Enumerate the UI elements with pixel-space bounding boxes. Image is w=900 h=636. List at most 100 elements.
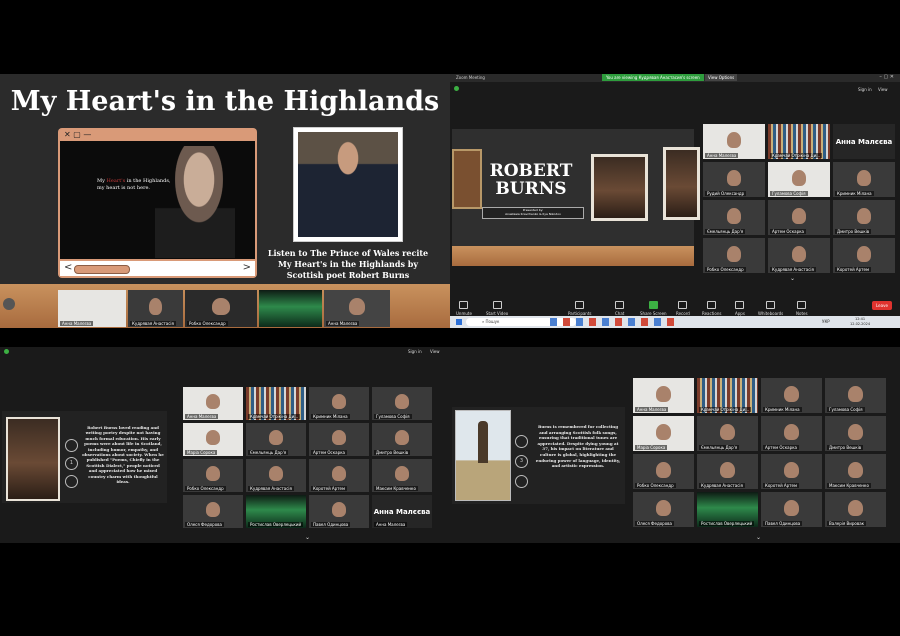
participant-tile[interactable]: Олеся Федорова <box>633 492 694 527</box>
participant-tile[interactable]: Ємельянць Дар'я <box>246 423 306 456</box>
participant-tile[interactable]: Крамчай Отрікіна Ди… <box>697 378 758 413</box>
participant-gallery: Анна Малєєва Крамчай Отрікіна Ди… Кримник … <box>0 347 450 543</box>
video-tile[interactable]: Анна Малєєва <box>324 290 390 327</box>
apps-button[interactable]: Apps <box>735 301 745 316</box>
participant-tile[interactable]: Максим Кравченко <box>372 459 432 492</box>
participant-name: Гуламова Софія <box>374 414 412 419</box>
filmstrip-toggle-icon[interactable] <box>3 298 15 310</box>
participant-tile[interactable]: Гуламова Софія <box>372 387 432 420</box>
maximize-icon[interactable]: ▢ <box>73 130 81 139</box>
video-tile[interactable]: Анна Малєєва <box>58 290 126 327</box>
zoom-window: Zoom Meeting You are viewing Кудрявая Ан… <box>450 74 900 328</box>
record-button[interactable]: Record <box>676 301 690 316</box>
participant-tile[interactable]: Павел Одинцова <box>761 492 822 527</box>
lang-indicator[interactable]: УКР <box>822 319 830 324</box>
page-down-icon[interactable]: ⌄ <box>756 534 761 541</box>
video-scrollbar[interactable]: < > <box>60 261 255 276</box>
participant-tile[interactable]: Коротей Артем <box>833 238 895 273</box>
participant-tile[interactable]: Артем Оскарка <box>768 200 830 235</box>
participant-tile[interactable]: Кудрявая Анастасія <box>768 238 830 273</box>
participant-tile[interactable]: Гуламова Софія <box>825 378 886 413</box>
scroll-left-icon[interactable]: < <box>64 262 72 273</box>
participant-tile[interactable]: Робко Олександр <box>703 238 765 273</box>
participant-tile[interactable]: Дмитро Вешків <box>833 200 895 235</box>
participant-tile[interactable]: Робко Олександр <box>183 459 243 492</box>
participants-button[interactable]: Participants <box>568 301 592 316</box>
slide-caption: Listen to The Prince of Wales recite My … <box>267 248 429 280</box>
windows-start-icon[interactable] <box>456 319 462 325</box>
scroll-thumb[interactable] <box>74 265 130 274</box>
participant-tile[interactable]: Дмитро Вешків <box>372 423 432 456</box>
participant-tile[interactable]: Кудрявая Анастасія <box>246 459 306 492</box>
video-tile[interactable] <box>259 290 322 327</box>
participant-tile[interactable]: Коротей Артем <box>761 454 822 489</box>
share-screen-button[interactable]: Share Screen <box>640 301 667 316</box>
page-down-icon[interactable]: ⌄ <box>305 534 310 541</box>
unmute-button[interactable]: Unmute <box>456 301 472 316</box>
page-down-icon[interactable]: ⌄ <box>790 275 795 282</box>
participant-tile[interactable]: Кримник Мілана <box>309 387 369 420</box>
participant-name: Валерія Вировак <box>827 521 867 526</box>
participant-video <box>720 423 735 440</box>
notes-button[interactable]: Notes <box>796 301 808 316</box>
participant-tile[interactable]: Ємельянць Дар'я <box>703 200 765 235</box>
participant-video <box>205 466 221 482</box>
participant-tile[interactable]: Артем Оскарка <box>309 423 369 456</box>
whiteboards-button[interactable]: Whiteboards <box>758 301 783 316</box>
participant-tile[interactable]: Ростислав Оверлецький <box>697 492 758 527</box>
participant-tile[interactable]: Гуламова Софія <box>768 162 830 197</box>
participant-video <box>856 207 872 224</box>
participant-tile[interactable]: Валерія Вировак <box>825 492 886 527</box>
video-frame[interactable]: My Heart's in the Highlands, my heart is… <box>60 141 255 259</box>
minimize-icon[interactable]: — <box>83 130 91 139</box>
participant-video <box>656 423 671 440</box>
participant-tile[interactable]: Артем Оскарка <box>761 416 822 451</box>
close-icon[interactable]: ✕ <box>64 130 71 139</box>
participant-video <box>856 245 872 262</box>
participant-tile[interactable]: Анна Малєєва <box>833 124 895 159</box>
participant-name: Дмитро Вешків <box>374 450 411 455</box>
participant-video <box>848 499 863 516</box>
participant-name: Маріа Сорока <box>635 445 668 450</box>
participant-video <box>726 245 742 262</box>
video-tile[interactable]: Кудрявая Анастасія <box>128 290 183 327</box>
participant-tile[interactable]: Анна Малєєва <box>183 387 243 420</box>
participant-tile[interactable]: Максим Кравченко <box>825 454 886 489</box>
participant-tile[interactable]: Анна Малєєва Анна Малєєва <box>372 495 432 528</box>
participant-tile[interactable]: Маріа Сорока <box>633 416 694 451</box>
participant-tile[interactable]: Павел Одинцова <box>309 495 369 528</box>
leave-button[interactable]: Leave <box>872 301 892 310</box>
chat-button[interactable]: Chat <box>615 301 624 316</box>
participant-tile[interactable]: Маріа Сорока <box>183 423 243 456</box>
participant-video <box>720 461 735 478</box>
participant-tile[interactable]: Рудий Олександр <box>703 162 765 197</box>
participant-name: Максим Кравченко <box>827 483 871 488</box>
slide-title: My Heart's in the Highlands <box>10 86 440 117</box>
scroll-right-icon[interactable]: > <box>243 262 251 273</box>
participant-video <box>205 394 221 410</box>
participant-tile[interactable]: Анна Малєєва <box>703 124 765 159</box>
participant-tile[interactable]: Кримник Мілана <box>761 378 822 413</box>
participant-tile[interactable]: Ростислав Оверлецький <box>246 495 306 528</box>
participant-tile[interactable]: Олеся Федорова <box>183 495 243 528</box>
participant-tile[interactable]: Кудрявая Анастасія <box>697 454 758 489</box>
clock[interactable]: 12:41 12.02.2024 <box>850 317 870 327</box>
participant-tile[interactable]: Анна Малєєва <box>633 378 694 413</box>
meeting-toolbar: Unmute Start Video Participants Chat Sha… <box>450 293 900 316</box>
participant-name: Кудрявая Анастасія <box>248 486 294 491</box>
participant-tile[interactable]: Робко Олександр <box>633 454 694 489</box>
participant-tile[interactable]: Кримник Мілана <box>833 162 895 197</box>
video-tile[interactable]: Робко Олександр <box>185 290 257 327</box>
participant-tile[interactable]: Крамчай Отрікіна Ди… <box>768 124 830 159</box>
participant-tile[interactable]: Крамчай Отрікіна Ди… <box>246 387 306 420</box>
participant-name: Анна Малєєва <box>185 414 219 419</box>
participant-video <box>394 430 410 446</box>
participant-video <box>656 461 671 478</box>
participant-tile[interactable]: Ємельянць Дар'я <box>697 416 758 451</box>
taskbar-app-icons[interactable] <box>550 318 680 326</box>
start-video-button[interactable]: Start Video <box>486 301 508 316</box>
participant-tile[interactable]: Дмитро Вешків <box>825 416 886 451</box>
participant-tile[interactable]: Коротей Артем <box>309 459 369 492</box>
reactions-button[interactable]: Reactions <box>702 301 721 316</box>
participant-video <box>784 499 799 516</box>
